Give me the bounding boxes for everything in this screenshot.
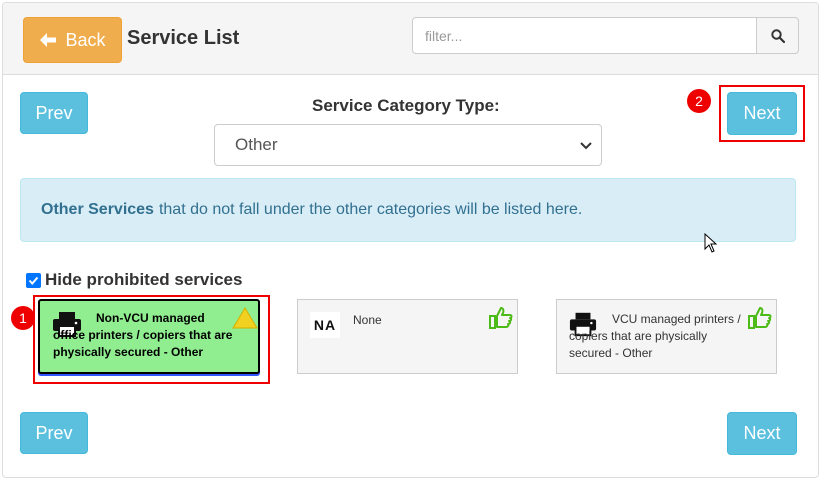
highlight-box-1: [33, 295, 270, 384]
search-button[interactable]: [756, 17, 799, 54]
highlight-box-2: [719, 85, 805, 142]
back-button-label: Back: [65, 29, 106, 50]
category-info-alert: Other Services that do not fall under th…: [20, 178, 796, 242]
annotation-badge-1: 1: [11, 306, 35, 330]
arrow-left-icon: [40, 33, 57, 47]
category-selected-value: Other: [235, 135, 278, 154]
annotation-badge-2: 2: [687, 89, 711, 113]
filter-input[interactable]: [412, 17, 758, 54]
hide-prohibited-checkbox[interactable]: [26, 272, 41, 288]
page-title: Service List: [127, 27, 240, 49]
service-logo: NA: [310, 312, 340, 338]
hide-prohibited-label: Hide prohibited services: [45, 270, 243, 289]
category-type-label: Service Category Type:: [312, 96, 500, 115]
checkmark-icon: [28, 276, 39, 285]
back-button[interactable]: Back: [23, 17, 122, 63]
prev-button-bottom[interactable]: Prev: [20, 412, 88, 454]
thumbs-up-icon: [748, 307, 772, 329]
service-card[interactable]: NA None: [297, 299, 518, 374]
next-button-bottom[interactable]: Next: [727, 412, 797, 455]
service-card-text: None: [353, 313, 382, 327]
prev-button-top[interactable]: Prev: [20, 92, 88, 134]
service-card[interactable]: VCU managed printers / copiers that are …: [556, 299, 777, 374]
chevron-down-icon: [580, 142, 592, 150]
mouse-cursor-icon: [704, 233, 718, 253]
hide-prohibited-toggle[interactable]: Hide prohibited services: [26, 270, 242, 290]
search-icon: [770, 28, 785, 43]
thumbs-up-icon: [489, 307, 513, 329]
alert-bold-text: Other Services: [41, 201, 154, 218]
service-card-text: VCU managed printers / copiers that are …: [569, 312, 741, 360]
panel-header: Back Service List: [3, 3, 818, 75]
category-type-select[interactable]: Other: [214, 124, 602, 166]
alert-text: that do not fall under the other categor…: [158, 201, 583, 218]
